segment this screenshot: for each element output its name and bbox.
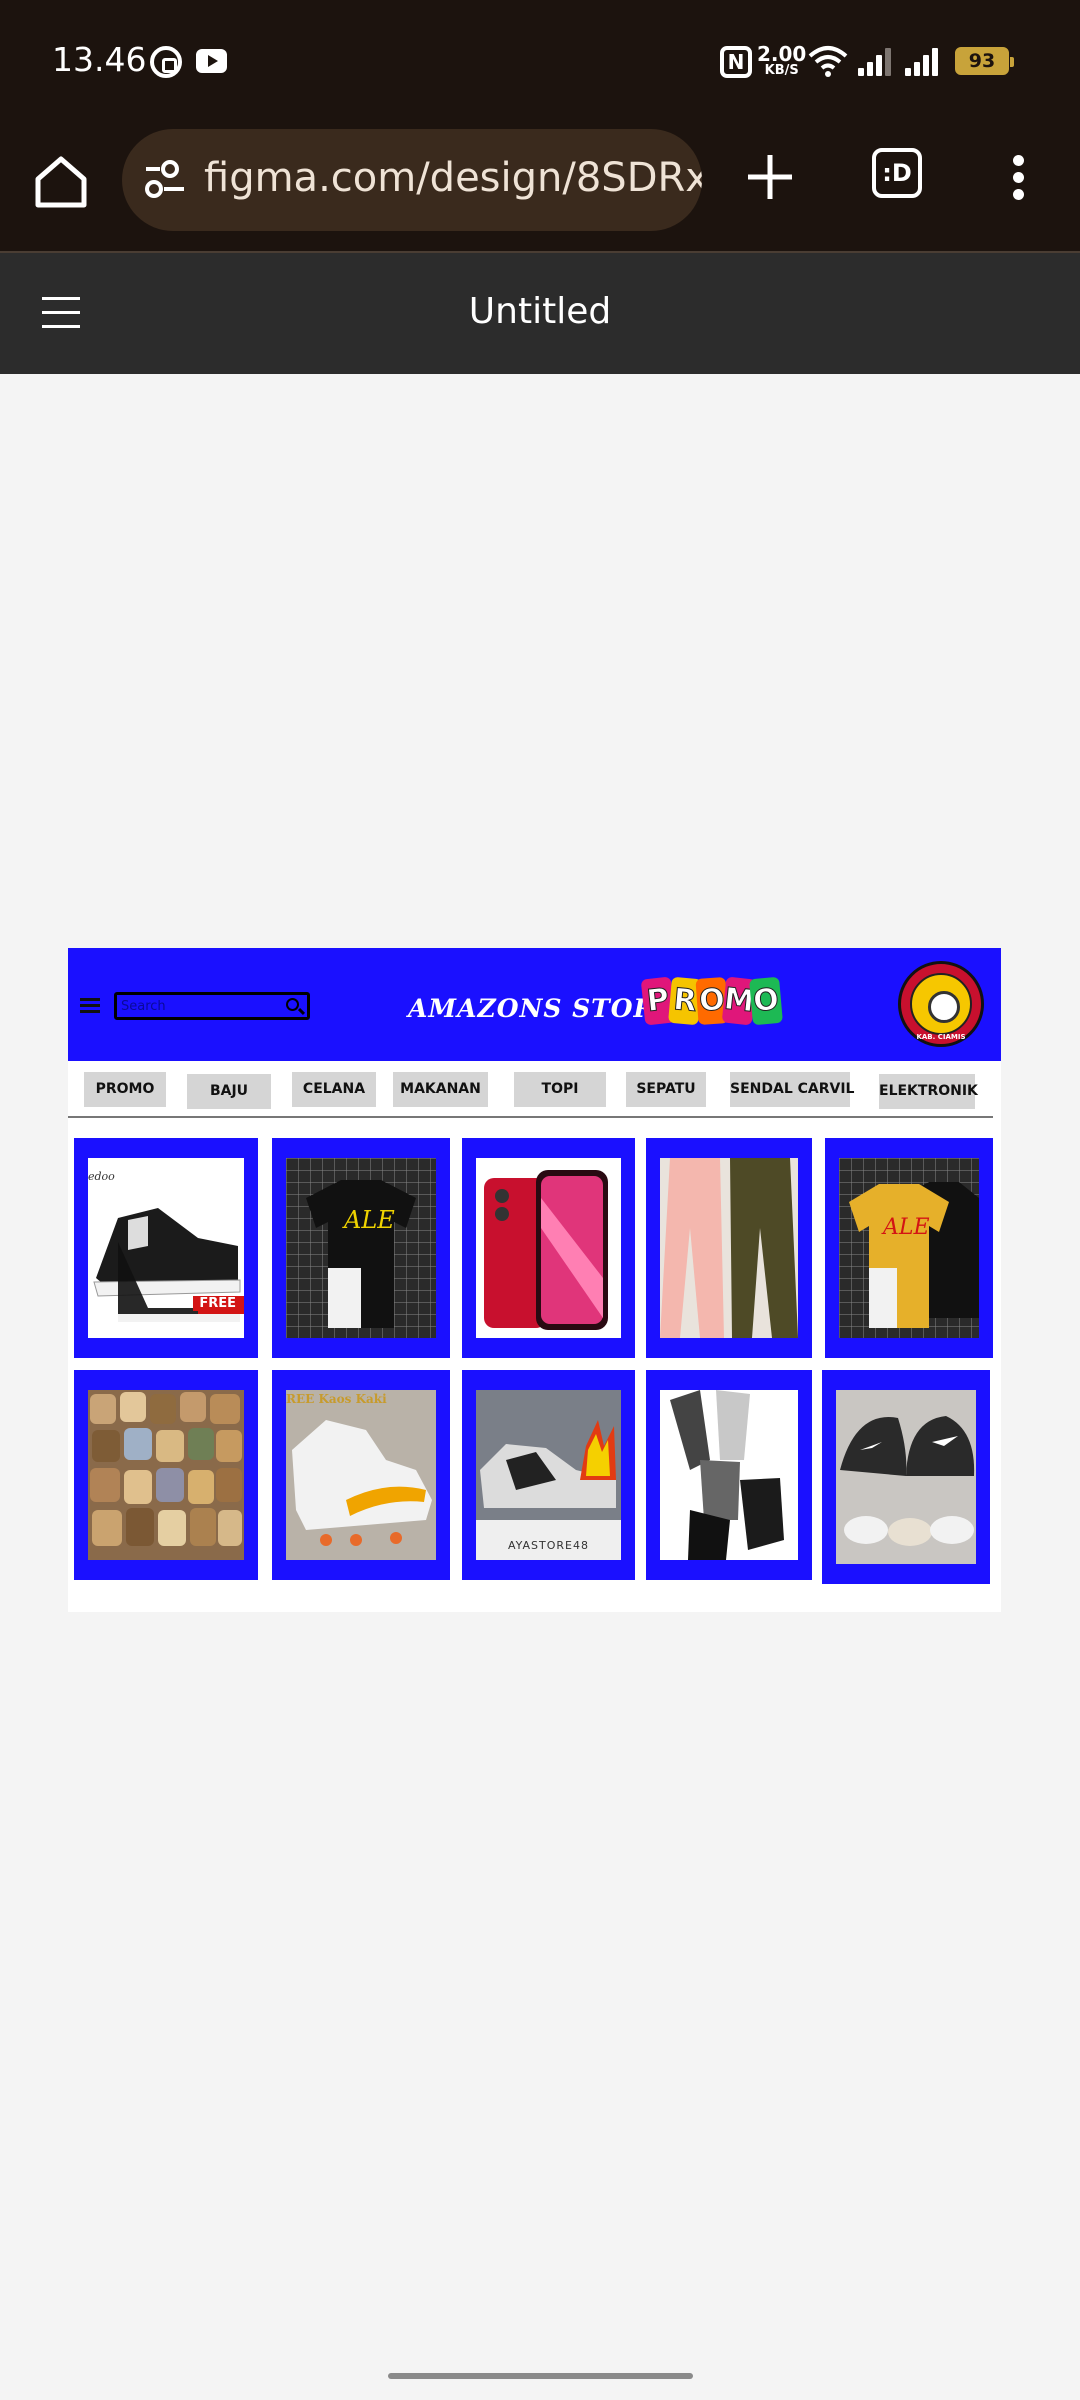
signal-icon (858, 46, 898, 76)
product-card-smartphone[interactable] (462, 1138, 635, 1358)
store-name: AMAZONS STORE (408, 994, 676, 1023)
category-sendal-carvil[interactable]: SENDAL CARVIL (730, 1072, 854, 1107)
svg-text:ALE: ALE (881, 1215, 930, 1240)
product-card-futsal-shoes[interactable]: AYASTORE48 (462, 1370, 635, 1580)
tune-icon[interactable] (140, 155, 190, 205)
whatsapp-icon (150, 46, 182, 78)
status-time: 13.46 (52, 40, 147, 79)
school-logo: KAB. CIAMIS (898, 961, 984, 1047)
category-baju[interactable]: BAJU (187, 1074, 271, 1109)
product-image (660, 1390, 798, 1560)
logo-text: KAB. CIAMIS (916, 1033, 966, 1041)
figma-header: Untitled (0, 253, 1080, 374)
product-card-t-shirt-black[interactable]: ALE (272, 1138, 450, 1358)
store-search-box[interactable] (114, 992, 310, 1020)
browser-toolbar: figma.com/design/8SDRx6 :D (0, 125, 1080, 253)
product-image: edoo FREE (88, 1158, 244, 1338)
network-speed: 2.00 KB/S (757, 44, 806, 77)
product-image: AYASTORE48 (476, 1390, 621, 1560)
category-nav: PROMO BAJU CELANA MAKANAN TOPI SEPATU SE… (68, 1061, 1001, 1117)
product-card-caps[interactable] (822, 1370, 990, 1584)
battery-icon: 93 (955, 47, 1014, 75)
product-card-snacks[interactable] (74, 1370, 258, 1580)
category-sepatu[interactable]: SEPATU (626, 1072, 706, 1107)
category-makanan[interactable]: MAKANAN (393, 1072, 488, 1107)
product-image (88, 1390, 244, 1560)
product-card-trousers[interactable] (646, 1370, 812, 1580)
wifi-icon (808, 46, 848, 77)
more-vert-icon[interactable] (1000, 147, 1040, 207)
product-image (660, 1158, 798, 1338)
nfc-icon: N (720, 46, 752, 78)
store-search-input[interactable] (121, 997, 281, 1015)
plus-icon[interactable] (740, 147, 800, 207)
tab-switcher-button[interactable]: :D (872, 148, 922, 198)
product-card-pants[interactable] (646, 1138, 812, 1358)
product-image (836, 1390, 976, 1564)
signal-icon (905, 46, 945, 76)
product-caption: AYASTORE48 (507, 1539, 589, 1552)
category-elektronik[interactable]: ELEKTRONIK (879, 1074, 978, 1109)
promo-banner: REE Kaos Kaki (286, 1392, 387, 1406)
home-icon[interactable] (28, 149, 94, 215)
prototype-frame: AMAZONS STORE P R O M O KAB. CIAMIS PROM… (68, 948, 1001, 1612)
youtube-icon (196, 49, 227, 73)
category-celana[interactable]: CELANA (292, 1072, 376, 1107)
free-tag: FREE (193, 1296, 242, 1311)
product-image (476, 1158, 621, 1338)
brand-text: edoo (88, 1170, 115, 1183)
product-image: REE Kaos Kaki (286, 1390, 436, 1560)
product-image: ALE (839, 1158, 979, 1338)
url-text: figma.com/design/8SDRx6 (204, 155, 702, 201)
store-header: AMAZONS STORE P R O M O KAB. CIAMIS (68, 948, 1001, 1061)
category-divider (68, 1116, 993, 1118)
product-image: ALE (286, 1158, 436, 1338)
network-speed-value: 2.00 (757, 42, 807, 66)
status-bar: 13.46 N 2.00 KB/S 93 (0, 0, 1080, 125)
address-bar[interactable]: figma.com/design/8SDRx6 (122, 129, 702, 231)
category-topi[interactable]: TOPI (514, 1072, 606, 1107)
search-icon[interactable] (286, 998, 299, 1011)
category-promo[interactable]: PROMO (84, 1072, 166, 1107)
promo-logo[interactable]: P R O M O (640, 976, 783, 1034)
product-card-t-shirt-yellow[interactable]: ALE (825, 1138, 993, 1358)
promo-letter: O (749, 976, 783, 1026)
product-card-sneakers[interactable]: edoo FREE (74, 1138, 258, 1358)
file-title: Untitled (468, 291, 612, 332)
product-card-football-boots[interactable]: REE Kaos Kaki (272, 1370, 450, 1580)
store-menu-icon[interactable] (80, 998, 100, 1014)
svg-text:ALE: ALE (342, 1206, 395, 1234)
gesture-bar[interactable] (388, 2373, 693, 2379)
